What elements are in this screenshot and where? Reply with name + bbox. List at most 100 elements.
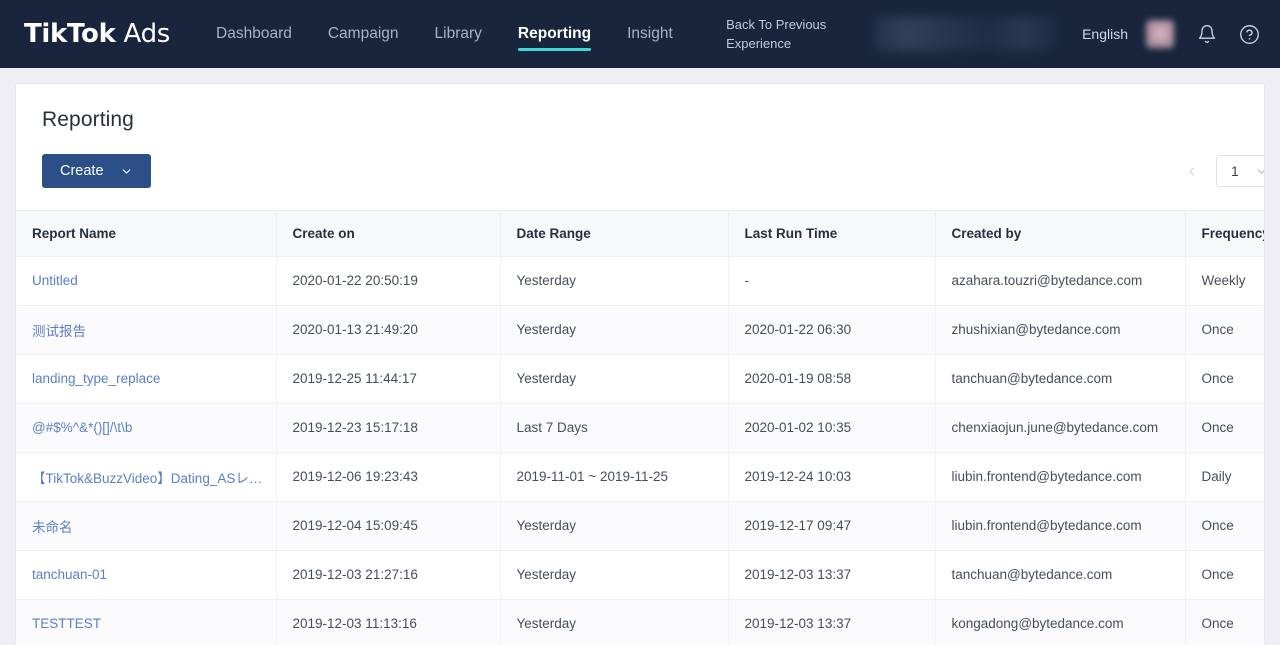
table-header-row: Report Name Create on Date Range Last Ru… xyxy=(16,211,1264,257)
cell-created-by: chenxiaojun.june@bytedance.com xyxy=(935,403,1186,453)
cell-date-range: Yesterday xyxy=(500,305,729,355)
table-row: Untitled 2020-01-22 20:50:19 Yesterday -… xyxy=(16,256,1264,306)
column-header-create-on[interactable]: Create on xyxy=(276,211,501,257)
nav-item-dashboard[interactable]: Dashboard xyxy=(198,0,310,68)
chevron-down-icon xyxy=(120,165,133,178)
cell-last-run-time: 2019-12-03 13:37 xyxy=(728,599,936,645)
table-row: tanchuan-01 2019-12-03 21:27:16 Yesterda… xyxy=(16,550,1264,600)
report-name-link[interactable]: TESTTEST xyxy=(32,616,275,631)
cell-create-on: 2019-12-06 19:23:43 xyxy=(276,452,501,502)
current-page-value: 1 xyxy=(1231,163,1239,179)
report-name-link[interactable]: Untitled xyxy=(32,273,275,288)
page-title: Reporting xyxy=(42,108,134,131)
nav-item-campaign[interactable]: Campaign xyxy=(310,0,417,68)
report-name-link[interactable]: @#$%^&*()[]/\t\b xyxy=(32,420,275,435)
brand-bold-text: TikTok xyxy=(24,19,116,49)
cell-date-range: Yesterday xyxy=(500,550,729,600)
report-name-link[interactable]: 【TikTok&BuzzVideo】Dating_ASレポ… xyxy=(32,467,275,487)
cell-report-name: 测试报告 xyxy=(16,305,277,355)
cell-date-range: Yesterday xyxy=(500,256,729,306)
cell-last-run-time: 2020-01-19 08:58 xyxy=(728,354,936,404)
cell-report-name: TESTTEST xyxy=(16,599,277,645)
create-button[interactable]: Create xyxy=(42,154,151,188)
page-container: Reporting Create 1 Report Name Create on… xyxy=(0,68,1280,645)
cell-create-on: 2019-12-23 15:17:18 xyxy=(276,403,501,453)
column-header-date-range[interactable]: Date Range xyxy=(500,211,729,257)
back-to-previous-experience-link[interactable]: Back To Previous Experience xyxy=(726,15,846,53)
cell-create-on: 2019-12-04 15:09:45 xyxy=(276,501,501,551)
create-button-label: Create xyxy=(60,163,104,179)
nav-item-insight[interactable]: Insight xyxy=(609,0,691,68)
report-name-link[interactable]: tanchuan-01 xyxy=(32,567,275,582)
brand-light-text: Ads xyxy=(115,19,171,49)
cell-last-run-time: 2020-01-22 06:30 xyxy=(728,305,936,355)
cell-last-run-time: 2019-12-03 13:37 xyxy=(728,550,936,600)
cell-frequency: Weekly xyxy=(1185,256,1264,306)
report-name-link[interactable]: 测试报告 xyxy=(32,320,275,340)
cell-report-name: @#$%^&*()[]/\t\b xyxy=(16,403,277,453)
report-name-link[interactable]: 未命名 xyxy=(32,516,275,536)
column-header-last-run-time[interactable]: Last Run Time xyxy=(728,211,936,257)
tiktok-ads-logo[interactable]: TikTok Ads xyxy=(24,19,170,49)
cell-created-by: tanchuan@bytedance.com xyxy=(935,550,1186,600)
cell-date-range: 2019-11-01 ~ 2019-11-25 xyxy=(500,452,729,502)
cell-frequency: Once xyxy=(1185,354,1264,404)
language-selector[interactable]: English xyxy=(1082,26,1128,42)
nav-item-library[interactable]: Library xyxy=(417,0,500,68)
main-nav-links: Dashboard Campaign Library Reporting Ins… xyxy=(198,0,691,68)
pagination-prev-button[interactable] xyxy=(1176,156,1206,186)
table-row: landing_type_replace 2019-12-25 11:44:17… xyxy=(16,354,1264,404)
cell-create-on: 2020-01-22 20:50:19 xyxy=(276,256,501,306)
cell-created-by: liubin.frontend@bytedance.com xyxy=(935,452,1186,502)
reports-table-container: Report Name Create on Date Range Last Ru… xyxy=(16,210,1264,645)
table-row: 【TikTok&BuzzVideo】Dating_ASレポ… 2019-12-0… xyxy=(16,452,1264,502)
nav-item-reporting[interactable]: Reporting xyxy=(500,0,609,68)
cell-frequency: Once xyxy=(1185,501,1264,551)
cell-created-by: azahara.touzri@bytedance.com xyxy=(935,256,1186,306)
cell-report-name: 【TikTok&BuzzVideo】Dating_ASレポ… xyxy=(16,452,277,502)
table-row: 未命名 2019-12-04 15:09:45 Yesterday 2019-1… xyxy=(16,501,1264,551)
cell-frequency: Once xyxy=(1185,305,1264,355)
reports-table: Report Name Create on Date Range Last Ru… xyxy=(16,211,1264,645)
table-body: Untitled 2020-01-22 20:50:19 Yesterday -… xyxy=(16,256,1264,645)
bell-icon[interactable] xyxy=(1194,21,1220,47)
question-circle-icon[interactable] xyxy=(1236,21,1262,47)
reporting-card: Reporting Create 1 Report Name Create on… xyxy=(16,84,1264,645)
table-row: @#$%^&*()[]/\t\b 2019-12-23 15:17:18 Las… xyxy=(16,403,1264,453)
page-number-select[interactable]: 1 xyxy=(1216,155,1264,187)
column-header-created-by[interactable]: Created by xyxy=(935,211,1186,257)
table-row: TESTTEST 2019-12-03 11:13:16 Yesterday 2… xyxy=(16,599,1264,645)
cell-report-name: 未命名 xyxy=(16,501,277,551)
pagination: 1 xyxy=(1176,155,1264,187)
nav-right-cluster: Back To Previous Experience English xyxy=(726,15,1262,53)
cell-last-run-time: 2019-12-17 09:47 xyxy=(728,501,936,551)
cell-create-on: 2020-01-13 21:49:20 xyxy=(276,305,501,355)
cell-created-by: liubin.frontend@bytedance.com xyxy=(935,501,1186,551)
account-selector[interactable] xyxy=(874,17,1057,51)
cell-create-on: 2019-12-03 11:13:16 xyxy=(276,599,501,645)
cell-frequency: Once xyxy=(1185,403,1264,453)
column-header-frequency[interactable]: Frequency xyxy=(1185,211,1264,257)
cell-report-name: Untitled xyxy=(16,256,277,306)
report-name-link[interactable]: landing_type_replace xyxy=(32,371,275,386)
cell-date-range: Last 7 Days xyxy=(500,403,729,453)
top-navigation-bar: TikTok Ads Dashboard Campaign Library Re… xyxy=(0,0,1280,68)
toolbar: Create 1 xyxy=(16,132,1264,210)
cell-create-on: 2019-12-03 21:27:16 xyxy=(276,550,501,600)
cell-create-on: 2019-12-25 11:44:17 xyxy=(276,354,501,404)
cell-report-name: landing_type_replace xyxy=(16,354,277,404)
chevron-down-icon xyxy=(1255,165,1264,178)
cell-date-range: Yesterday xyxy=(500,354,729,404)
cell-report-name: tanchuan-01 xyxy=(16,550,277,600)
user-avatar[interactable] xyxy=(1146,20,1174,48)
cell-frequency: Daily xyxy=(1185,452,1264,502)
cell-frequency: Once xyxy=(1185,550,1264,600)
cell-last-run-time: 2019-12-24 10:03 xyxy=(728,452,936,502)
table-header: Report Name Create on Date Range Last Ru… xyxy=(16,211,1264,257)
table-row: 测试报告 2020-01-13 21:49:20 Yesterday 2020-… xyxy=(16,305,1264,355)
cell-last-run-time: 2020-01-02 10:35 xyxy=(728,403,936,453)
cell-date-range: Yesterday xyxy=(500,501,729,551)
column-header-report-name[interactable]: Report Name xyxy=(16,211,277,257)
cell-last-run-time: - xyxy=(728,256,936,306)
cell-created-by: tanchuan@bytedance.com xyxy=(935,354,1186,404)
